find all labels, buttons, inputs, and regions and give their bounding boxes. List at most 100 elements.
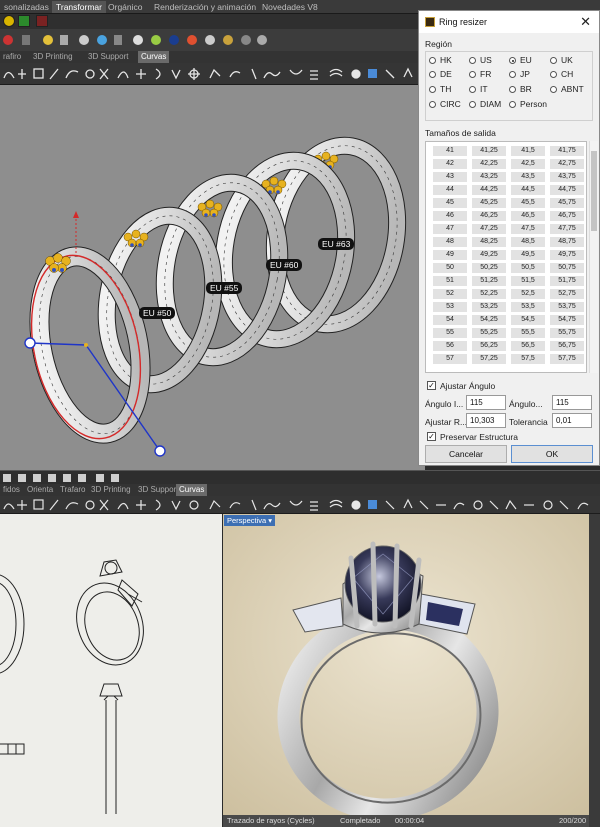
radio-person[interactable]: Person bbox=[509, 99, 547, 109]
size-cell[interactable]: 43 bbox=[433, 172, 467, 182]
preserve-structure-checkbox[interactable]: ✓ bbox=[427, 432, 436, 441]
subtab-3d-printing-2[interactable]: 3D Printing bbox=[88, 484, 134, 496]
plugin-icon-1[interactable] bbox=[3, 15, 15, 27]
tab-personalizadas[interactable]: sonalizadas bbox=[0, 1, 53, 13]
size-cell[interactable]: 55,25 bbox=[472, 328, 506, 338]
close-icon[interactable]: ✕ bbox=[580, 14, 591, 30]
radio-eu[interactable]: EU bbox=[509, 55, 532, 65]
radio-circ[interactable]: CIRC bbox=[429, 99, 461, 109]
size-cell[interactable]: 49,75 bbox=[550, 250, 584, 260]
subtab-3d-support-2[interactable]: 3D Support bbox=[135, 484, 181, 496]
ok-button[interactable]: OK bbox=[511, 445, 593, 463]
size-cell[interactable]: 55 bbox=[433, 328, 467, 338]
size-cell[interactable]: 53 bbox=[433, 302, 467, 312]
subtab-3d-printing[interactable]: 3D Printing bbox=[30, 51, 76, 63]
size-cell[interactable]: 45,75 bbox=[550, 198, 584, 208]
radio-diam[interactable]: DIAM bbox=[469, 99, 501, 109]
size-cell[interactable]: 49 bbox=[433, 250, 467, 260]
size-cell[interactable]: 44,5 bbox=[511, 185, 545, 195]
size-cell[interactable]: 50 bbox=[433, 263, 467, 273]
subtab-orienta[interactable]: Orienta bbox=[24, 484, 56, 496]
size-cell[interactable]: 51,25 bbox=[472, 276, 506, 286]
size-cell[interactable]: 45,25 bbox=[472, 198, 506, 208]
size-cell[interactable]: 57,25 bbox=[472, 354, 506, 364]
sizes-scrollbar-thumb[interactable] bbox=[591, 151, 597, 231]
size-cell[interactable]: 56,75 bbox=[550, 341, 584, 351]
size-cell[interactable]: 54,75 bbox=[550, 315, 584, 325]
size-cell[interactable]: 48,5 bbox=[511, 237, 545, 247]
tab-renderizacion[interactable]: Renderización y animación bbox=[150, 1, 260, 13]
size-cell[interactable]: 54,25 bbox=[472, 315, 506, 325]
size-cell[interactable]: 44,75 bbox=[550, 185, 584, 195]
wireframe-viewport[interactable]: EU #50 EU #55 EU #60 EU #63 bbox=[0, 85, 425, 470]
adjust-r-field[interactable]: 10,303 bbox=[466, 413, 506, 428]
radio-us[interactable]: US bbox=[469, 55, 492, 65]
size-cell[interactable]: 53,5 bbox=[511, 302, 545, 312]
size-cell[interactable]: 48,25 bbox=[472, 237, 506, 247]
radio-jp[interactable]: JP bbox=[509, 69, 530, 79]
radio-hk[interactable]: HK bbox=[429, 55, 452, 65]
radio-uk[interactable]: UK bbox=[550, 55, 573, 65]
size-cell[interactable]: 57,75 bbox=[550, 354, 584, 364]
size-cell[interactable]: 47,5 bbox=[511, 224, 545, 234]
radio-br[interactable]: BR bbox=[509, 84, 532, 94]
size-cell[interactable]: 44 bbox=[433, 185, 467, 195]
size-cell[interactable]: 50,75 bbox=[550, 263, 584, 273]
subtab-curvas[interactable]: Curvas bbox=[138, 51, 170, 63]
subtab-trafaro[interactable]: Trafaro bbox=[57, 484, 89, 496]
size-cell[interactable]: 46,5 bbox=[511, 211, 545, 221]
size-cell[interactable]: 42,5 bbox=[511, 159, 545, 169]
subtab-fidos[interactable]: fidos bbox=[0, 484, 23, 496]
size-cell[interactable]: 54,5 bbox=[511, 315, 545, 325]
radio-fr[interactable]: FR bbox=[469, 69, 491, 79]
size-cell[interactable]: 52,75 bbox=[550, 289, 584, 299]
size-cell[interactable]: 45,5 bbox=[511, 198, 545, 208]
size-cell[interactable]: 45 bbox=[433, 198, 467, 208]
size-cell[interactable]: 49,25 bbox=[472, 250, 506, 260]
tab-organico[interactable]: Orgánico bbox=[104, 1, 147, 13]
size-cell[interactable]: 42,25 bbox=[472, 159, 506, 169]
chevron-down-icon[interactable]: ▾ bbox=[268, 516, 272, 525]
size-cell[interactable]: 50,25 bbox=[472, 263, 506, 273]
adjust-angle-checkbox[interactable]: ✓ bbox=[427, 381, 436, 390]
size-cell[interactable]: 42,75 bbox=[550, 159, 584, 169]
size-cell[interactable]: 55,5 bbox=[511, 328, 545, 338]
size-cell[interactable]: 56,5 bbox=[511, 341, 545, 351]
size-cell[interactable]: 56 bbox=[433, 341, 467, 351]
radio-ch[interactable]: CH bbox=[550, 69, 573, 79]
radio-de[interactable]: DE bbox=[429, 69, 452, 79]
size-cell[interactable]: 51,75 bbox=[550, 276, 584, 286]
size-cell[interactable]: 43,75 bbox=[550, 172, 584, 182]
size-cell[interactable]: 51,5 bbox=[511, 276, 545, 286]
size-cell[interactable]: 46,25 bbox=[472, 211, 506, 221]
size-cell[interactable]: 43,5 bbox=[511, 172, 545, 182]
size-cell[interactable]: 46 bbox=[433, 211, 467, 221]
tab-transformar[interactable]: Transformar bbox=[52, 1, 106, 13]
size-cell[interactable]: 51 bbox=[433, 276, 467, 286]
size-cell[interactable]: 52 bbox=[433, 289, 467, 299]
size-cell[interactable]: 54 bbox=[433, 315, 467, 325]
size-cell[interactable]: 52,25 bbox=[472, 289, 506, 299]
size-cell[interactable]: 47,75 bbox=[550, 224, 584, 234]
size-cell[interactable]: 50,5 bbox=[511, 263, 545, 273]
size-cell[interactable]: 47,25 bbox=[472, 224, 506, 234]
size-cell[interactable]: 46,75 bbox=[550, 211, 584, 221]
size-cell[interactable]: 57 bbox=[433, 354, 467, 364]
size-cell[interactable]: 52,5 bbox=[511, 289, 545, 299]
size-cell[interactable]: 56,25 bbox=[472, 341, 506, 351]
tab-novedades[interactable]: Novedades V8 bbox=[258, 1, 322, 13]
plugin-icon-2[interactable] bbox=[18, 15, 30, 27]
size-cell[interactable]: 57,5 bbox=[511, 354, 545, 364]
sizes-scrollbar[interactable] bbox=[589, 141, 598, 373]
plugin-icon-3[interactable] bbox=[36, 15, 48, 27]
subtab-3d-support[interactable]: 3D Support bbox=[85, 51, 131, 63]
sketch-reference-viewport[interactable] bbox=[0, 514, 222, 827]
subtab-rafiro[interactable]: rafiro bbox=[0, 51, 24, 63]
size-cell[interactable]: 41 bbox=[433, 146, 467, 156]
size-cell[interactable]: 41,5 bbox=[511, 146, 545, 156]
size-cell[interactable]: 43,25 bbox=[472, 172, 506, 182]
output-sizes-grid[interactable]: 41 41,25 41,5 41,75 42 42,25 42,5 42,75 43 43,25 4… bbox=[425, 141, 587, 373]
size-cell[interactable]: 49,5 bbox=[511, 250, 545, 260]
size-cell[interactable]: 41,75 bbox=[550, 146, 584, 156]
size-cell[interactable]: 42 bbox=[433, 159, 467, 169]
